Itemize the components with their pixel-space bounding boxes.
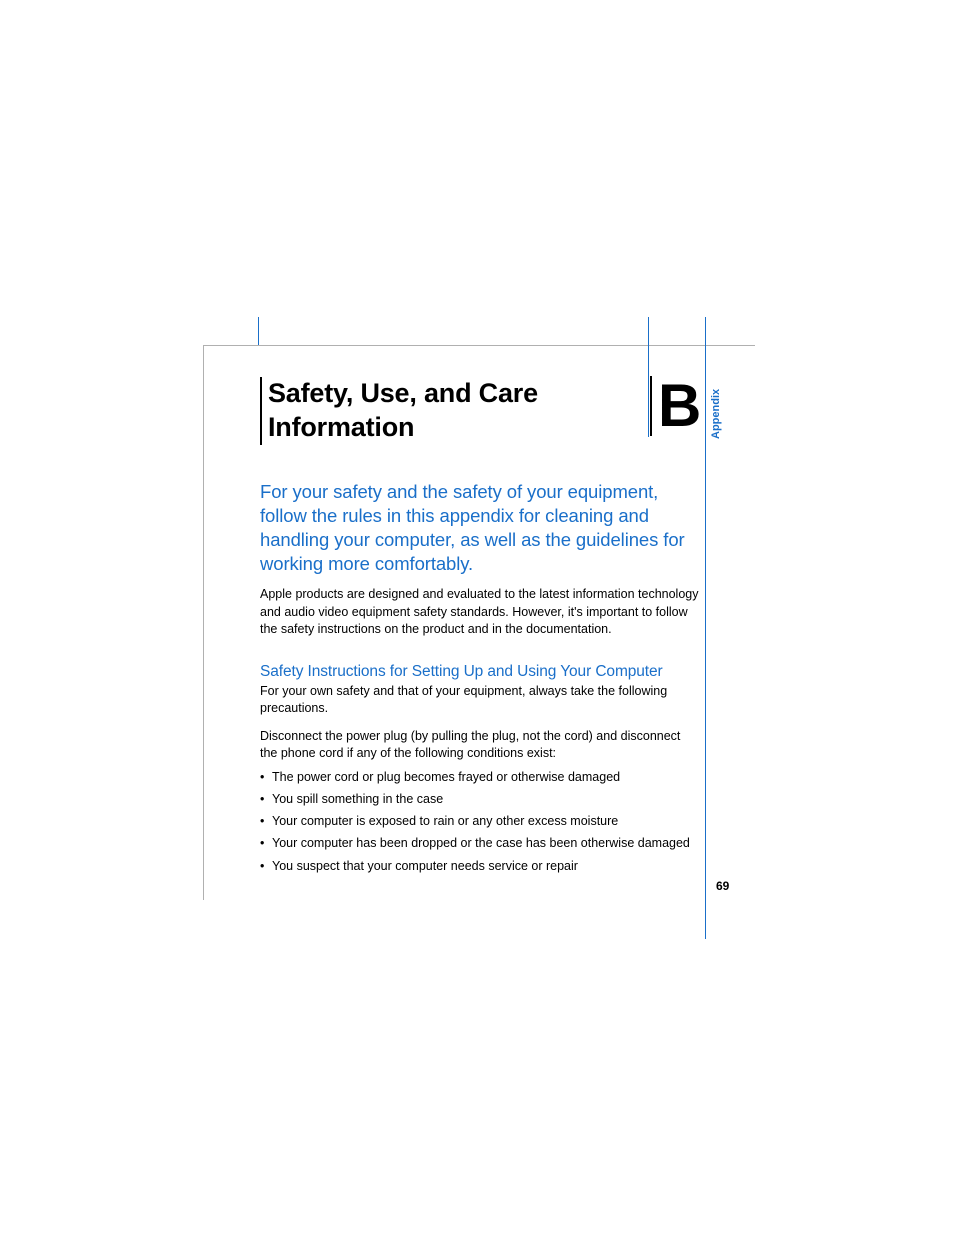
intro-paragraph: For your safety and the safety of your e… <box>260 480 700 576</box>
appendix-letter-block: B <box>650 376 708 436</box>
crop-mark <box>258 317 259 345</box>
page-title-block: Safety, Use, and Care Information <box>260 377 630 445</box>
body-paragraph: Disconnect the power plug (by pulling th… <box>260 728 700 763</box>
body-paragraph: Apple products are designed and evaluate… <box>260 586 700 639</box>
bullet-list: The power cord or plug becomes frayed or… <box>260 769 700 874</box>
list-item: You spill something in the case <box>260 791 700 807</box>
crop-mark <box>648 317 649 437</box>
appendix-letter: B <box>658 376 708 436</box>
appendix-label: Appendix <box>710 389 722 439</box>
page-title: Safety, Use, and Care Information <box>268 377 630 445</box>
list-item: Your computer is exposed to rain or any … <box>260 813 700 829</box>
list-item: You suspect that your computer needs ser… <box>260 858 700 874</box>
page-number: 69 <box>716 879 729 893</box>
section-heading: Safety Instructions for Setting Up and U… <box>260 663 700 681</box>
body-content: For your safety and the safety of your e… <box>260 480 700 880</box>
body-paragraph: For your own safety and that of your equ… <box>260 683 700 718</box>
list-item: Your computer has been dropped or the ca… <box>260 835 700 851</box>
list-item: The power cord or plug becomes frayed or… <box>260 769 700 785</box>
